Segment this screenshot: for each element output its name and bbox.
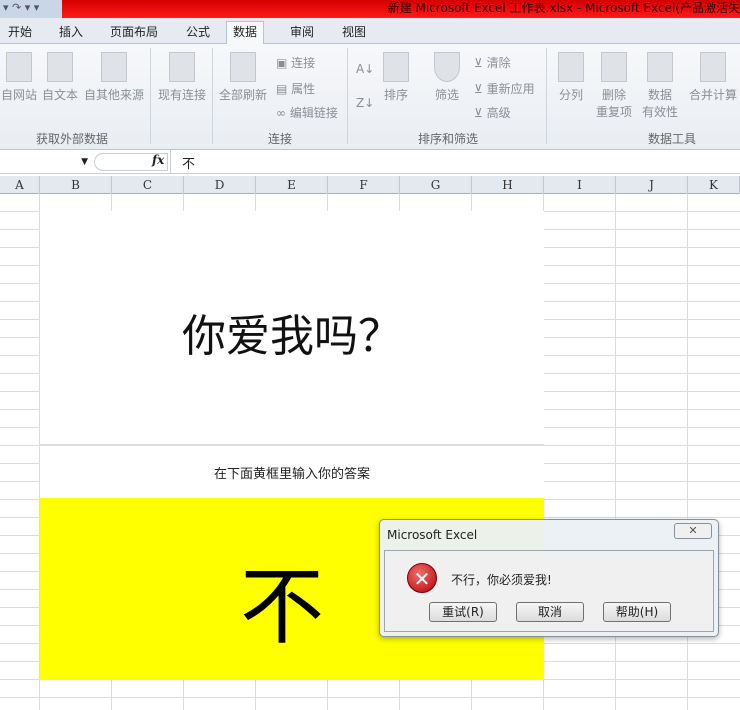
label: 有效性 <box>641 105 678 119</box>
connections-button[interactable]: ▣ 连接 <box>276 54 315 71</box>
error-dialog: Microsoft Excel ✕ ✕ 不行，你必须爱我! 重试(R) 取消 帮… <box>379 519 719 637</box>
label: 现有连接 <box>157 88 206 102</box>
label: 重复项 <box>595 105 632 119</box>
close-button[interactable]: ✕ <box>674 523 712 539</box>
text-file-icon <box>47 52 73 82</box>
tab-insert[interactable]: 插入 <box>53 22 89 42</box>
label: 编辑链接 <box>289 106 338 120</box>
remove-duplicates-button[interactable]: 删除 重复项 <box>594 52 634 120</box>
connection-icon <box>169 52 195 82</box>
column-header-i[interactable]: I <box>544 176 616 194</box>
label: 数据 <box>647 88 672 102</box>
existing-connections-button[interactable]: 现有连接 <box>156 52 208 103</box>
label: 删除 <box>601 88 626 102</box>
column-header-k[interactable]: K <box>688 176 740 194</box>
hint-text: 在下面黄框里输入你的答案 <box>213 467 370 482</box>
column-header-f[interactable]: F <box>328 176 400 194</box>
column-header-a[interactable]: A <box>0 176 40 194</box>
fx-icon[interactable]: fx <box>152 153 164 167</box>
tab-home[interactable]: 开始 <box>2 22 38 42</box>
label: 排序 <box>383 88 408 102</box>
consolidate-button[interactable]: 合并计算 <box>686 52 740 103</box>
sort-icon <box>383 52 409 82</box>
name-box-dropdown[interactable]: ▼ <box>0 153 92 171</box>
label: 连接 <box>291 56 316 70</box>
tab-page-layout[interactable]: 页面布局 <box>104 22 164 42</box>
column-header-c[interactable]: C <box>112 176 184 194</box>
error-icon: ✕ <box>407 563 437 593</box>
filter-button[interactable]: 筛选 <box>430 52 464 103</box>
window-title: 新建 Microsoft Excel 工作表.xlsx - Microsoft … <box>387 1 740 15</box>
ribbon: 自网站 自文本 自其他来源 现有连接 获取外部数据 全部刷新 ▣ 连接 ▤ 属性… <box>0 44 740 150</box>
sort-descending-icon[interactable]: Z↓ <box>356 96 374 110</box>
consolidate-icon <box>700 52 726 82</box>
column-headers: A B C D E F G H I J K <box>0 176 740 194</box>
separator <box>347 48 348 144</box>
column-header-e[interactable]: E <box>256 176 328 194</box>
cancel-button[interactable]: 取消 <box>516 602 584 622</box>
label: 属性 <box>291 82 316 96</box>
label: 自网站 <box>0 88 37 102</box>
separator <box>546 48 547 144</box>
from-text-button[interactable]: 自文本 <box>40 52 80 103</box>
formula-bar: ▼ fx 不 <box>0 150 740 174</box>
sort-button[interactable]: 排序 <box>380 52 412 103</box>
from-other-sources-button[interactable]: 自其他来源 <box>83 52 145 103</box>
column-header-j[interactable]: J <box>616 176 688 194</box>
label: 全部刷新 <box>218 88 267 102</box>
tab-view[interactable]: 视图 <box>336 22 372 42</box>
properties-button[interactable]: ▤ 属性 <box>276 80 315 97</box>
dialog-title: Microsoft Excel <box>387 528 478 542</box>
text-to-columns-button[interactable]: 分列 <box>554 52 588 103</box>
database-icon <box>101 52 127 82</box>
label: 清除 <box>486 56 511 70</box>
answer-text: 不 <box>240 558 325 656</box>
group-connections: 连接 <box>268 132 293 146</box>
column-header-g[interactable]: G <box>400 176 472 194</box>
question-text: 你爱我吗？ <box>182 311 402 362</box>
divider <box>170 150 171 174</box>
web-icon <box>6 52 32 82</box>
label: 高级 <box>486 106 511 120</box>
separator <box>212 48 213 144</box>
funnel-icon <box>434 52 460 82</box>
separator <box>150 48 151 144</box>
edit-links-button[interactable]: ∞ 编辑链接 <box>276 104 338 121</box>
tab-data[interactable]: 数据 <box>226 21 265 44</box>
dialog-message: 不行，你必须爱我! <box>451 573 552 587</box>
data-validation-button[interactable]: 数据 有效性 <box>636 52 684 120</box>
group-sort-filter: 排序和筛选 <box>418 132 479 146</box>
refresh-icon <box>230 52 256 82</box>
reapply-button[interactable]: ⊻ 重新应用 <box>474 80 535 97</box>
clear-button[interactable]: ⊻ 清除 <box>474 54 511 71</box>
advanced-button[interactable]: ⊻ 高级 <box>474 104 511 121</box>
column-header-h[interactable]: H <box>472 176 544 194</box>
retry-button[interactable]: 重试(R) <box>429 602 497 622</box>
ribbon-tabs: 开始 插入 页面布局 公式 数据 审阅 视图 <box>0 18 740 44</box>
label: 分列 <box>558 88 583 102</box>
help-button[interactable]: 帮助(H) <box>603 602 671 622</box>
label: 筛选 <box>434 88 459 102</box>
refresh-all-button[interactable]: 全部刷新 <box>216 52 270 103</box>
quick-access-toolbar[interactable]: ▾ ↷ ▾ ▾ <box>0 0 62 18</box>
dialog-body: ✕ 不行，你必须爱我! 重试(R) 取消 帮助(H) <box>384 550 714 632</box>
column-header-b[interactable]: B <box>40 176 112 194</box>
label: 自其他来源 <box>83 88 144 102</box>
validation-icon <box>647 52 673 82</box>
group-get-external-data: 获取外部数据 <box>36 132 109 146</box>
label: 合并计算 <box>688 88 737 102</box>
remove-duplicates-icon <box>601 52 627 82</box>
label: 自文本 <box>41 88 78 102</box>
tab-review[interactable]: 审阅 <box>284 22 320 42</box>
formula-input[interactable]: 不 <box>182 153 195 172</box>
column-header-d[interactable]: D <box>184 176 256 194</box>
split-icon <box>558 52 584 82</box>
group-data-tools: 数据工具 <box>648 132 697 146</box>
from-web-button[interactable]: 自网站 <box>0 52 38 103</box>
label: 重新应用 <box>486 82 535 96</box>
tab-formulas[interactable]: 公式 <box>180 22 216 42</box>
sort-ascending-icon[interactable]: A↓ <box>356 62 374 76</box>
